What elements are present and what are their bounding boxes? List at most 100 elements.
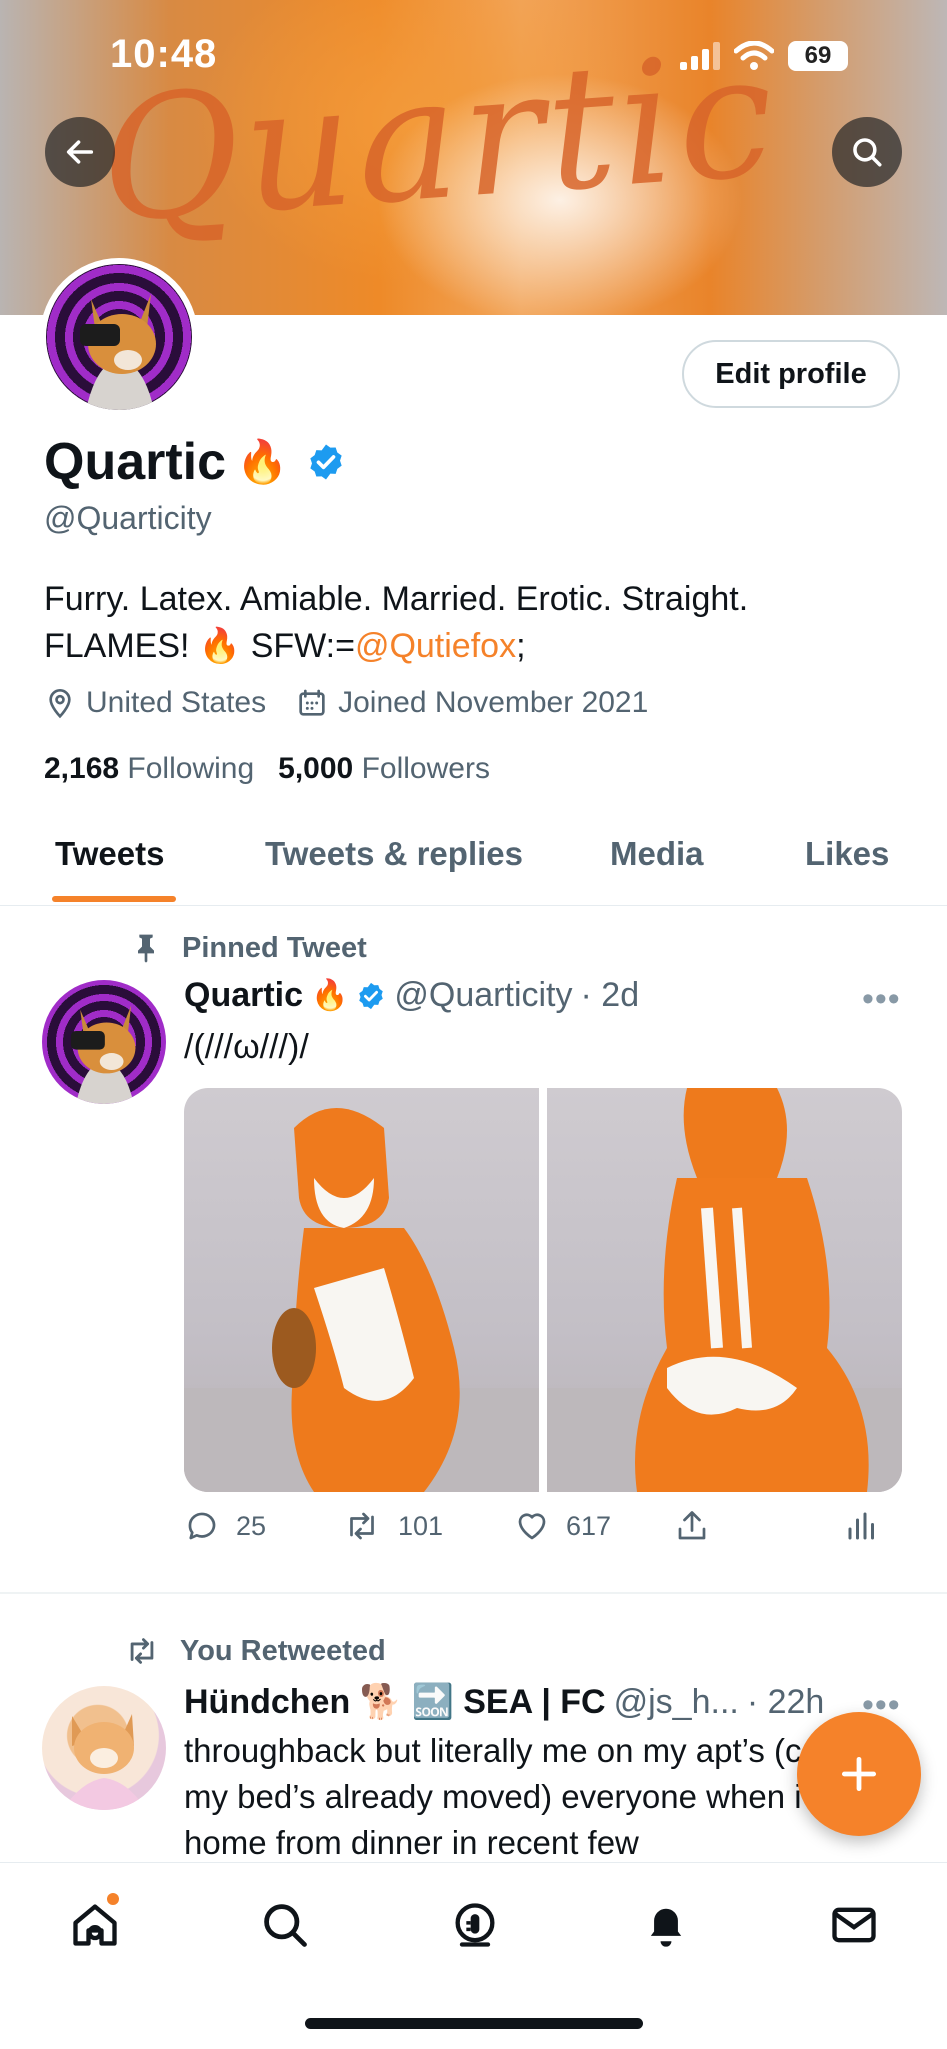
profile-stats: 2,168 Following 5,000 Followers — [44, 752, 490, 786]
joined-item: Joined November 2021 — [296, 686, 648, 720]
retweet-author-avatar[interactable] — [42, 1686, 166, 1810]
back-arrow-icon — [66, 140, 94, 164]
messages-icon — [832, 1907, 876, 1943]
nav-home[interactable] — [65, 1893, 125, 1955]
bio-line-2: FLAMES! 🔥 SFW:=@Qutiefox; — [44, 623, 904, 670]
like-count: 617 — [566, 1510, 612, 1541]
retweet-icon — [350, 1512, 374, 1540]
profile-name: Quartic — [44, 433, 227, 491]
active-tab-indicator — [52, 896, 176, 902]
tweet-actions: 25 101 617 — [184, 1508, 884, 1544]
retweet-icon — [130, 1638, 154, 1664]
pin-icon — [138, 934, 154, 963]
tab-tweets[interactable]: Tweets — [55, 835, 164, 873]
tweet-media[interactable] — [184, 1088, 902, 1492]
fursuit-back-photo — [547, 1088, 902, 1492]
verified-icon[interactable] — [306, 442, 346, 482]
fursuit-front-photo — [184, 1108, 539, 1492]
tweet-header: Quartic 🔥 @Quarticity · 2d — [184, 976, 639, 1015]
tweet-author-avatar[interactable] — [42, 980, 166, 1104]
following-label: Following — [127, 752, 255, 785]
fox-avatar-illustration — [70, 1005, 136, 1104]
reply-count: 25 — [236, 1510, 267, 1541]
spaces-icon — [455, 1903, 495, 1947]
tab-tweets-replies[interactable]: Tweets & replies — [265, 835, 523, 873]
share-icon — [678, 1511, 706, 1540]
explore-icon — [264, 1904, 307, 1947]
like-button[interactable]: 617 — [514, 1508, 674, 1544]
tweet-photo-2[interactable] — [547, 1088, 902, 1492]
status-icons: 69 — [680, 36, 848, 76]
nav-spaces[interactable] — [445, 1895, 505, 1955]
profile-tabs: Tweets Tweets & replies Media Likes — [0, 825, 947, 906]
tab-media[interactable]: Media — [610, 835, 704, 873]
retweet-text: throughback but literally me on my apt’s… — [184, 1732, 874, 1861]
battery-icon: 69 — [788, 41, 848, 71]
wifi-icon — [734, 41, 774, 70]
nav-notifications[interactable] — [636, 1895, 696, 1955]
profile-handle: @Quarticity — [44, 500, 212, 536]
retweet-time: · 22h — [746, 1682, 825, 1721]
home-icon — [73, 1904, 117, 1946]
joined-text: Joined November 2021 — [338, 686, 649, 719]
search-button[interactable] — [832, 117, 902, 187]
tweet-text: /(///ω///)/ — [184, 1028, 309, 1066]
retweet-author-name[interactable]: Hündchen 🐕 🔜 SEA | FC — [184, 1682, 606, 1722]
back-button[interactable] — [45, 117, 115, 187]
tweet-more-icon[interactable]: ••• — [862, 980, 901, 1019]
tweet-photo-1[interactable] — [184, 1088, 539, 1492]
analytics-icon — [848, 1512, 874, 1540]
pinned-text: Pinned Tweet — [182, 931, 367, 964]
retweet-context: You Retweeted — [122, 1634, 386, 1668]
analytics-button[interactable] — [844, 1508, 880, 1544]
location-icon — [49, 689, 71, 719]
tab-likes[interactable]: Likes — [805, 835, 889, 873]
home-indicator — [305, 2018, 643, 2029]
compose-tweet-button[interactable] — [797, 1712, 921, 1836]
share-button[interactable] — [674, 1508, 844, 1544]
followers-link[interactable]: 5,000 Followers — [278, 752, 490, 786]
profile-bio: Furry. Latex. Amiable. Married. Erotic. … — [44, 576, 904, 670]
profile-name-row: Quartic 🔥 — [44, 432, 346, 492]
profile-avatar[interactable] — [40, 258, 198, 416]
followers-count: 5,000 — [278, 752, 354, 785]
tweet-time: · 2d — [580, 976, 640, 1014]
flame-emoji: 🔥 — [236, 437, 289, 485]
bio-text: FLAMES! 🔥 SFW:= — [44, 627, 355, 665]
tweet-author-handle: @Quarticity — [394, 976, 573, 1014]
tweet-divider — [0, 1592, 947, 1594]
dog-avatar-illustration — [62, 1714, 146, 1810]
retweet-context-text: You Retweeted — [180, 1634, 386, 1667]
search-icon — [853, 138, 882, 167]
compose-plus-icon — [841, 1756, 877, 1792]
home-notification-dot — [107, 1893, 119, 1905]
edit-profile-button[interactable]: Edit profile — [682, 340, 900, 408]
verified-icon — [359, 982, 384, 1009]
nav-messages[interactable] — [824, 1895, 884, 1955]
bio-line-1: Furry. Latex. Amiable. Married. Erotic. … — [44, 580, 749, 618]
retweet-count: 101 — [398, 1510, 444, 1541]
calendar-icon — [299, 689, 325, 716]
fox-avatar-illustration — [80, 294, 156, 410]
like-icon — [518, 1513, 546, 1540]
reply-button[interactable]: 25 — [184, 1508, 342, 1544]
location-item: United States — [44, 686, 266, 720]
location-text: United States — [86, 686, 267, 719]
reply-icon — [188, 1512, 216, 1540]
profile-meta: United States Joined November 2021 — [44, 686, 648, 720]
retweet-button[interactable]: 101 — [342, 1508, 514, 1544]
followers-label: Followers — [361, 752, 490, 785]
bio-suffix: ; — [516, 627, 526, 665]
author-emoji: 🔥 — [311, 979, 349, 1012]
retweet-author-handle: @js_h... — [613, 1682, 739, 1721]
status-time: 10:48 — [110, 32, 218, 76]
retweet-header: Hündchen 🐕 🔜 SEA | FC @js_h... · 22h — [184, 1682, 824, 1722]
following-link[interactable]: 2,168 Following — [44, 752, 254, 786]
bio-mention-link[interactable]: @Qutiefox — [355, 627, 516, 665]
following-count: 2,168 — [44, 752, 120, 785]
tweet-author-name[interactable]: Quartic — [184, 976, 303, 1015]
signal-icon — [680, 42, 720, 70]
nav-explore[interactable] — [255, 1895, 315, 1955]
pinned-label: Pinned Tweet — [130, 930, 367, 966]
notifications-icon — [650, 1908, 682, 1947]
